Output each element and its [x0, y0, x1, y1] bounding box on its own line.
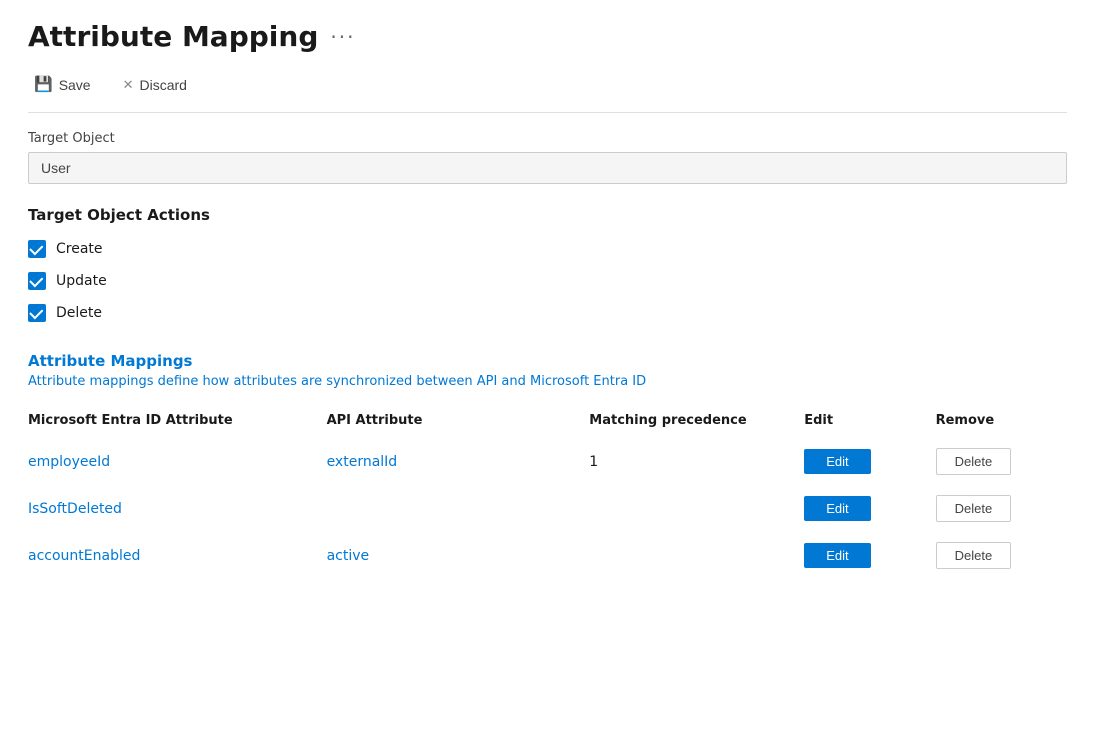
entra-attr-cell: accountEnabled — [28, 532, 327, 579]
edit-button[interactable]: Edit — [804, 496, 870, 521]
entra-attr-cell: employeeId — [28, 438, 327, 485]
table-row: employeeId externalId 1 Edit Delete — [28, 438, 1067, 485]
api-attr-link[interactable]: active — [327, 548, 370, 564]
entra-attr-link[interactable]: employeeId — [28, 454, 110, 470]
edit-cell: Edit — [804, 485, 935, 532]
matching-cell: 1 — [589, 438, 804, 485]
target-object-input[interactable] — [28, 152, 1067, 184]
edit-button[interactable]: Edit — [804, 543, 870, 568]
page-header: Attribute Mapping ··· — [28, 20, 1067, 53]
discard-button[interactable]: Discard — [117, 72, 193, 98]
delete-checkbox[interactable] — [28, 304, 46, 322]
table-row: accountEnabled active Edit Delete — [28, 532, 1067, 579]
remove-cell: Delete — [936, 438, 1067, 485]
api-attr-cell: active — [327, 532, 590, 579]
save-label: Save — [59, 77, 91, 93]
table-row: IsSoftDeleted Edit Delete — [28, 485, 1067, 532]
entra-attr-link[interactable]: IsSoftDeleted — [28, 501, 122, 517]
create-checkbox[interactable] — [28, 240, 46, 258]
update-checkbox[interactable] — [28, 272, 46, 290]
delete-action-item[interactable]: Delete — [28, 304, 1067, 322]
delete-button[interactable]: Delete — [936, 542, 1012, 569]
attribute-mappings-section: Attribute Mappings Attribute mappings de… — [28, 352, 1067, 579]
save-icon — [34, 75, 53, 94]
api-attr-cell: externalId — [327, 438, 590, 485]
edit-cell: Edit — [804, 532, 935, 579]
target-object-label: Target Object — [28, 131, 1067, 146]
col-header-entra: Microsoft Entra ID Attribute — [28, 405, 327, 438]
entra-attr-cell: IsSoftDeleted — [28, 485, 327, 532]
target-object-actions-title: Target Object Actions — [28, 206, 1067, 224]
target-object-actions-section: Target Object Actions Create Update Dele… — [28, 206, 1067, 322]
remove-cell: Delete — [936, 532, 1067, 579]
delete-label: Delete — [56, 305, 102, 321]
edit-button[interactable]: Edit — [804, 449, 870, 474]
remove-cell: Delete — [936, 485, 1067, 532]
api-attr-cell — [327, 485, 590, 532]
discard-icon — [123, 76, 134, 94]
actions-checkbox-group: Create Update Delete — [28, 240, 1067, 322]
delete-button[interactable]: Delete — [936, 495, 1012, 522]
save-button[interactable]: Save — [28, 71, 97, 98]
discard-label: Discard — [140, 77, 187, 93]
col-header-edit: Edit — [804, 405, 935, 438]
ellipsis-menu-button[interactable]: ··· — [330, 25, 355, 49]
col-header-api: API Attribute — [327, 405, 590, 438]
create-action-item[interactable]: Create — [28, 240, 1067, 258]
matching-cell — [589, 532, 804, 579]
delete-button[interactable]: Delete — [936, 448, 1012, 475]
edit-cell: Edit — [804, 438, 935, 485]
mappings-description: Attribute mappings define how attributes… — [28, 374, 1067, 389]
create-label: Create — [56, 241, 103, 257]
mappings-title: Attribute Mappings — [28, 352, 1067, 370]
update-action-item[interactable]: Update — [28, 272, 1067, 290]
matching-cell — [589, 485, 804, 532]
table-header-row: Microsoft Entra ID Attribute API Attribu… — [28, 405, 1067, 438]
col-header-matching: Matching precedence — [589, 405, 804, 438]
col-header-remove: Remove — [936, 405, 1067, 438]
target-object-section: Target Object — [28, 131, 1067, 206]
entra-attr-link[interactable]: accountEnabled — [28, 548, 140, 564]
update-label: Update — [56, 273, 107, 289]
api-attr-link[interactable]: externalId — [327, 454, 398, 470]
toolbar: Save Discard — [28, 71, 1067, 113]
page-title: Attribute Mapping — [28, 20, 318, 53]
mappings-table: Microsoft Entra ID Attribute API Attribu… — [28, 405, 1067, 579]
